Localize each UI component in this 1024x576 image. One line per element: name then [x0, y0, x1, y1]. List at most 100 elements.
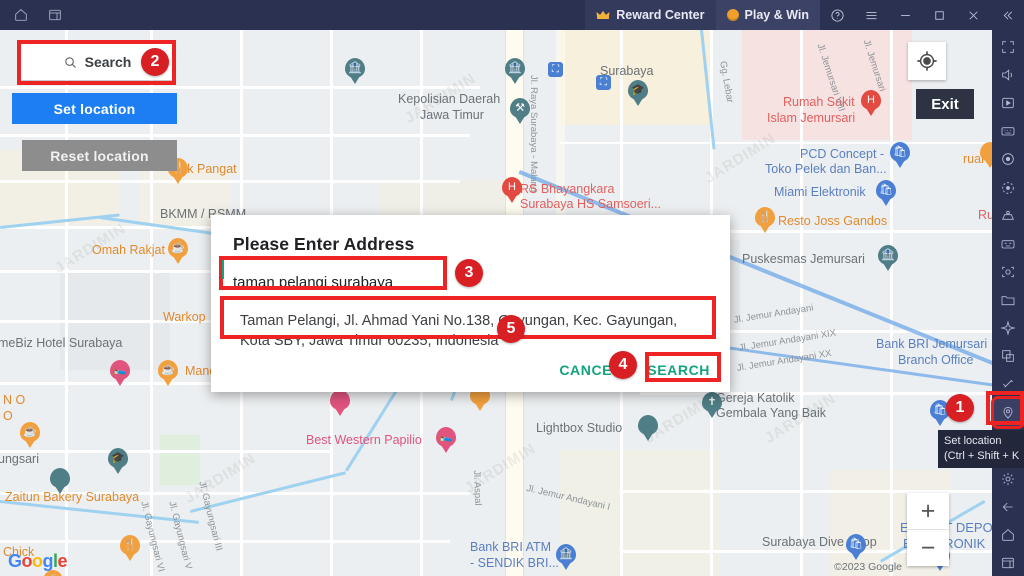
collapse-icon[interactable] — [990, 0, 1024, 30]
coin-icon — [726, 9, 739, 21]
windows-icon[interactable] — [46, 6, 64, 24]
multi-instance-icon[interactable] — [994, 203, 1022, 229]
map-street-label: Jl. Aspal — [471, 470, 484, 506]
volume-icon[interactable] — [994, 62, 1022, 88]
minimize-icon[interactable] — [888, 0, 922, 30]
map-label: Puskesmas Jemursari — [742, 252, 865, 266]
map-label: N O — [3, 393, 26, 407]
zoom-out-button[interactable]: − — [907, 530, 949, 566]
map-street-label: Jl. Raya Surabaya - Malang — [528, 75, 539, 193]
set-location-tooltip: Set location (Ctrl + Shift + K — [938, 430, 1024, 468]
search-label: Search — [84, 54, 132, 70]
crosshair-icon — [917, 51, 937, 71]
folder-icon[interactable] — [994, 287, 1022, 313]
map-label: Bank BRI ATM — [470, 540, 552, 554]
map-pin[interactable]: 🛌 — [436, 427, 456, 454]
menu-icon[interactable] — [854, 0, 888, 30]
reward-center-button[interactable]: Reward Center — [585, 0, 716, 30]
map-label: Surabaya HS Samsoeri... — [520, 197, 662, 211]
set-location-button[interactable]: Set location — [12, 93, 177, 124]
map-pin[interactable]: ☕ — [20, 422, 40, 449]
map-label: RS Bhayangkara — [520, 182, 615, 196]
maximize-icon[interactable] — [922, 0, 956, 30]
map-label: ungsari — [0, 452, 39, 466]
map-pin[interactable]: ☕ — [158, 360, 178, 387]
my-location-button[interactable] — [908, 42, 946, 80]
zoom-in-button[interactable]: + — [907, 493, 949, 529]
map-pin[interactable]: H — [861, 90, 881, 117]
map-label: Toko Pelek dan Ban... — [765, 162, 887, 176]
exit-button[interactable]: Exit — [916, 89, 974, 119]
play-win-button[interactable]: Play & Win — [715, 0, 820, 30]
airplane-icon[interactable] — [994, 315, 1022, 341]
map-pin[interactable] — [638, 415, 658, 442]
map-label: Islam Jemursari — [767, 111, 856, 125]
emulator-sidebar[interactable] — [991, 30, 1024, 576]
map-label: Resto Joss Gandos — [778, 214, 888, 228]
map-label: meBiz Hotel Surabaya — [0, 336, 123, 350]
tooltip-line-1: Set location — [944, 435, 1002, 447]
map-pin[interactable]: 🏦 — [345, 58, 365, 85]
map-pin[interactable]: 🛌 — [110, 360, 130, 387]
map-pin[interactable]: 🍴 — [755, 207, 775, 234]
recents-icon[interactable] — [994, 550, 1022, 576]
map-transit-pin[interactable]: ⛶ — [596, 75, 611, 90]
map-label: Lightbox Studio — [536, 421, 623, 435]
set-location-sidebar-icon[interactable] — [991, 396, 1024, 429]
enter-address-dialog: Please Enter Address Taman Pelangi, Jl. … — [211, 215, 730, 392]
search-icon — [64, 56, 76, 68]
map-pin[interactable]: 🏦 — [505, 58, 525, 85]
text-caret — [222, 260, 224, 279]
screenshot-icon[interactable] — [994, 90, 1022, 116]
search-button[interactable]: SEARCH — [647, 362, 710, 378]
map-label: Gereja Katolik — [716, 391, 795, 405]
map-label: Miami Elektronik — [774, 185, 866, 199]
map-pin[interactable]: 🎓 — [628, 80, 648, 107]
map-transit-pin[interactable]: ⛶ — [548, 62, 563, 77]
map-attribution: ©2023 Google — [834, 561, 902, 573]
map-pin[interactable]: 🛍 — [876, 180, 896, 207]
close-icon[interactable] — [956, 0, 990, 30]
map-label: Omah Rakjat — [92, 243, 165, 257]
map-pin[interactable]: 🛍 — [846, 534, 866, 561]
home-icon[interactable] — [994, 522, 1022, 548]
map-label: O — [3, 409, 13, 423]
macro-icon[interactable] — [994, 175, 1022, 201]
reset-location-button[interactable]: Reset location — [22, 140, 177, 171]
map-pin[interactable]: 🏦 — [878, 245, 898, 272]
help-icon[interactable] — [820, 0, 854, 30]
dialog-title: Please Enter Address — [233, 234, 415, 254]
fullscreen-icon[interactable] — [994, 34, 1022, 60]
home-icon[interactable] — [12, 6, 30, 24]
address-suggestion[interactable]: Taman Pelangi, Jl. Ahmad Yani No.138, Ga… — [234, 307, 709, 355]
map-pin[interactable]: 🍴 — [120, 535, 140, 562]
keyboard-icon[interactable] — [994, 118, 1022, 144]
map-pin[interactable]: H — [502, 177, 522, 204]
script-icon[interactable] — [994, 231, 1022, 257]
map-label: Gembala Yang Baik — [716, 406, 827, 420]
map-label: Best Western Papilio — [306, 433, 422, 447]
map-label: Branch Office — [898, 353, 974, 367]
record-icon[interactable] — [994, 146, 1022, 172]
camera-icon[interactable] — [994, 259, 1022, 285]
map-pin[interactable]: ⚒ — [510, 98, 530, 125]
back-icon[interactable] — [994, 494, 1022, 520]
copy-icon[interactable] — [994, 343, 1022, 369]
shake-icon[interactable] — [994, 371, 1022, 397]
map-pin[interactable]: 🛍 — [890, 142, 910, 169]
annotation-badge: 5 — [497, 315, 525, 343]
map-pin[interactable]: 🏦 — [556, 544, 576, 571]
google-logo: Google — [8, 551, 68, 571]
map-pin[interactable]: 🎓 — [108, 448, 128, 475]
reward-center-label: Reward Center — [616, 8, 705, 22]
emulator-window: Reward Center Play & Win Kepolisian Daer… — [0, 0, 1024, 576]
map-label: Jawa Timur — [420, 108, 484, 122]
map-pin[interactable] — [980, 142, 992, 169]
annotation-badge: 3 — [455, 259, 483, 287]
zoom-controls[interactable]: + − — [907, 493, 949, 566]
gear-icon[interactable] — [994, 466, 1022, 492]
map-pin[interactable]: ☕ — [168, 238, 188, 265]
map-pin[interactable] — [50, 468, 70, 495]
map-pin[interactable]: ✝ — [702, 392, 722, 419]
map-pin[interactable] — [330, 390, 350, 417]
